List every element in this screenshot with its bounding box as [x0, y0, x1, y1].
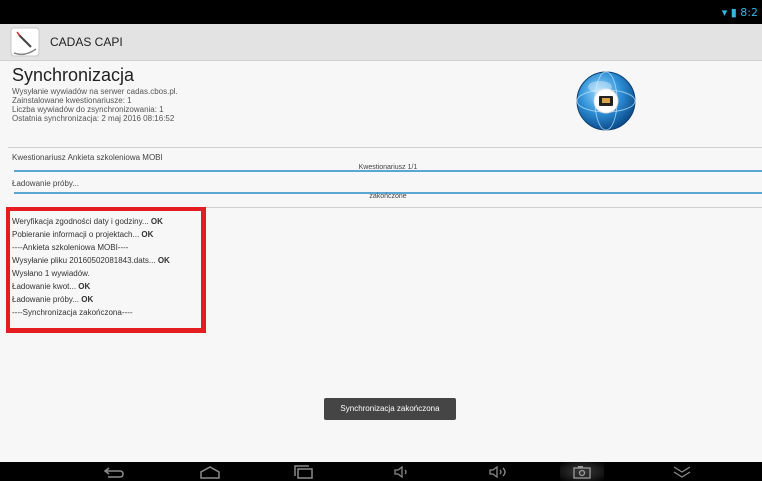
battery-icon: ▮ — [730, 6, 737, 19]
toast-message: Synchronizacja zakończona — [324, 398, 456, 420]
status-bar: ▾ ▮ 8:2 — [0, 0, 762, 24]
sample-label: Ładowanie próby... — [12, 179, 80, 188]
sync-info-last: Ostatnia synchronizacja: 2 maj 2016 08:1… — [12, 114, 175, 123]
app-title: CADAS CAPI — [50, 35, 123, 49]
app-logo-icon[interactable] — [10, 27, 40, 57]
screenshot-icon[interactable] — [560, 462, 604, 481]
questionnaire-label: Kwestionariusz Ankieta szkoleniowa MOBI — [12, 153, 163, 162]
back-icon[interactable] — [94, 462, 134, 481]
divider — [8, 147, 762, 148]
sample-progress-text: zakończone — [369, 193, 407, 200]
volume-down-icon[interactable] — [382, 462, 422, 481]
questionnaire-progress-bar — [14, 170, 762, 172]
sync-info-installed: Zainstalowane kwestionariusze: 1 — [12, 96, 132, 105]
status-time: 8:2 — [740, 6, 758, 19]
wifi-icon: ▾ — [721, 6, 728, 19]
home-icon[interactable] — [190, 462, 230, 481]
sync-info-server: Wysyłanie wywiadów na serwer cadas.cbos.… — [12, 87, 178, 96]
highlight-box — [6, 207, 206, 333]
sync-info-count: Liczba wywiadów do zsynchronizowania: 1 — [12, 105, 164, 114]
status-icons: ▾ ▮ 8:2 — [722, 6, 758, 19]
page-title: Synchronizacja — [12, 65, 135, 85]
sync-screen: Synchronizacja Wysyłanie wywiadów na ser… — [0, 61, 762, 462]
globe-network-icon — [574, 69, 638, 133]
navigation-bar — [0, 462, 762, 481]
collapse-icon[interactable] — [662, 462, 702, 481]
volume-up-icon[interactable] — [478, 462, 518, 481]
action-bar: CADAS CAPI — [0, 24, 762, 61]
recents-icon[interactable] — [284, 462, 324, 481]
